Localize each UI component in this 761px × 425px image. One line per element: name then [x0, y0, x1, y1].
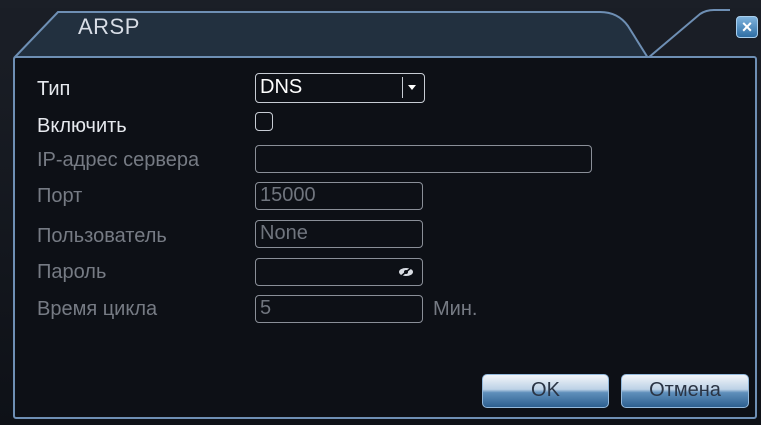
type-select-value: DNS	[260, 76, 303, 98]
cancel-button[interactable]: Отмена	[621, 374, 749, 408]
eye-slash-icon[interactable]	[398, 266, 414, 278]
type-label: Тип	[37, 78, 71, 100]
user-input[interactable]: None	[255, 220, 423, 248]
arsp-dialog: ARSP × Тип DNS Включить IP-адрес сервера…	[0, 0, 761, 425]
close-button[interactable]: ×	[736, 16, 758, 38]
cycle-time-label: Время цикла	[37, 298, 158, 320]
user-label: Пользователь	[37, 225, 167, 247]
port-input[interactable]: 15000	[255, 182, 423, 210]
enable-checkbox[interactable]	[255, 112, 273, 131]
server-ip-input[interactable]	[255, 145, 592, 173]
dialog-title: ARSP	[78, 14, 140, 39]
port-label: Порт	[37, 185, 83, 207]
cycle-time-unit: Мин.	[433, 298, 478, 320]
password-label: Пароль	[37, 261, 107, 283]
server-ip-label: IP-адрес сервера	[37, 149, 200, 171]
enable-label: Включить	[37, 115, 127, 137]
cycle-time-input[interactable]: 5	[255, 295, 423, 323]
close-icon: ×	[741, 17, 753, 37]
chevron-down-icon[interactable]	[402, 77, 422, 98]
type-select[interactable]: DNS	[255, 73, 425, 103]
ok-button[interactable]: OK	[482, 374, 609, 408]
